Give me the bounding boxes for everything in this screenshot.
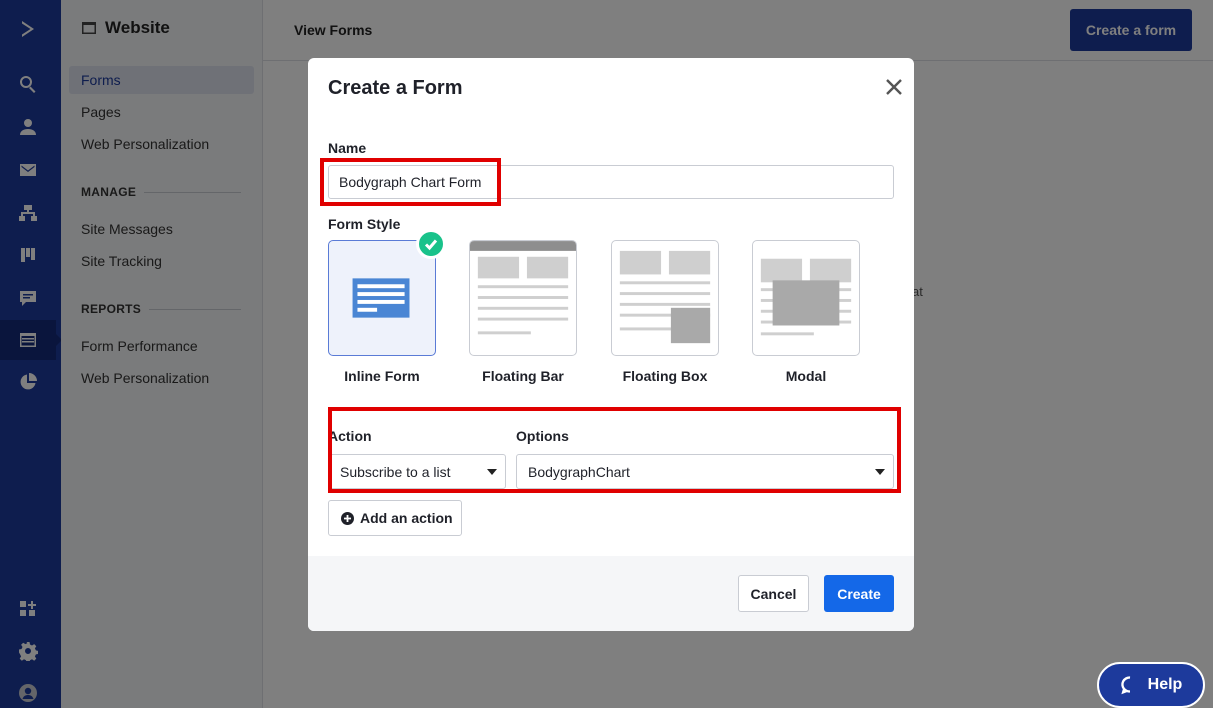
- help-button[interactable]: Help: [1097, 662, 1205, 708]
- floating-bar-thumbnail-icon: [470, 241, 576, 335]
- add-action-button[interactable]: Add an action: [328, 500, 462, 536]
- modal-thumbnail-icon: [760, 258, 852, 336]
- style-name-floating-box: Floating Box: [622, 368, 708, 384]
- selected-check-icon: [416, 229, 446, 259]
- form-style-label: Form Style: [328, 216, 401, 232]
- create-button[interactable]: Create: [824, 575, 894, 612]
- style-card-inline-form[interactable]: [328, 240, 436, 356]
- help-label: Help: [1147, 676, 1183, 693]
- chat-bubble-icon: [1120, 676, 1130, 695]
- create-form-modal: Create a Form Name Form Style Inline For…: [308, 58, 914, 631]
- style-name-inline-form: Inline Form: [344, 368, 420, 384]
- options-select[interactable]: BodygraphChart: [516, 454, 894, 489]
- modal-title: Create a Form: [328, 77, 463, 99]
- style-card-floating-bar[interactable]: [469, 240, 577, 356]
- name-label: Name: [328, 140, 367, 156]
- action-select-value: Subscribe to a list: [340, 463, 451, 480]
- floating-box-thumbnail-icon: [619, 250, 711, 344]
- form-name-input[interactable]: [328, 165, 894, 199]
- cancel-button[interactable]: Cancel: [738, 575, 809, 612]
- options-label: Options: [516, 428, 569, 444]
- action-label: Action: [328, 428, 372, 444]
- action-select[interactable]: Subscribe to a list: [328, 454, 506, 489]
- style-name-floating-bar: Floating Bar: [482, 368, 564, 384]
- style-card-modal[interactable]: [752, 240, 860, 356]
- inline-form-thumbnail-icon: [352, 278, 410, 318]
- style-name-modal: Modal: [785, 368, 827, 384]
- style-card-floating-box[interactable]: [611, 240, 719, 356]
- chevron-down-icon: [875, 469, 885, 475]
- chevron-down-icon: [487, 469, 497, 475]
- plus-circle-icon: [341, 511, 354, 525]
- close-icon[interactable]: [882, 75, 906, 99]
- options-select-value: BodygraphChart: [528, 463, 630, 480]
- modal-footer: Cancel Create: [308, 556, 914, 631]
- add-action-label: Add an action: [360, 510, 453, 526]
